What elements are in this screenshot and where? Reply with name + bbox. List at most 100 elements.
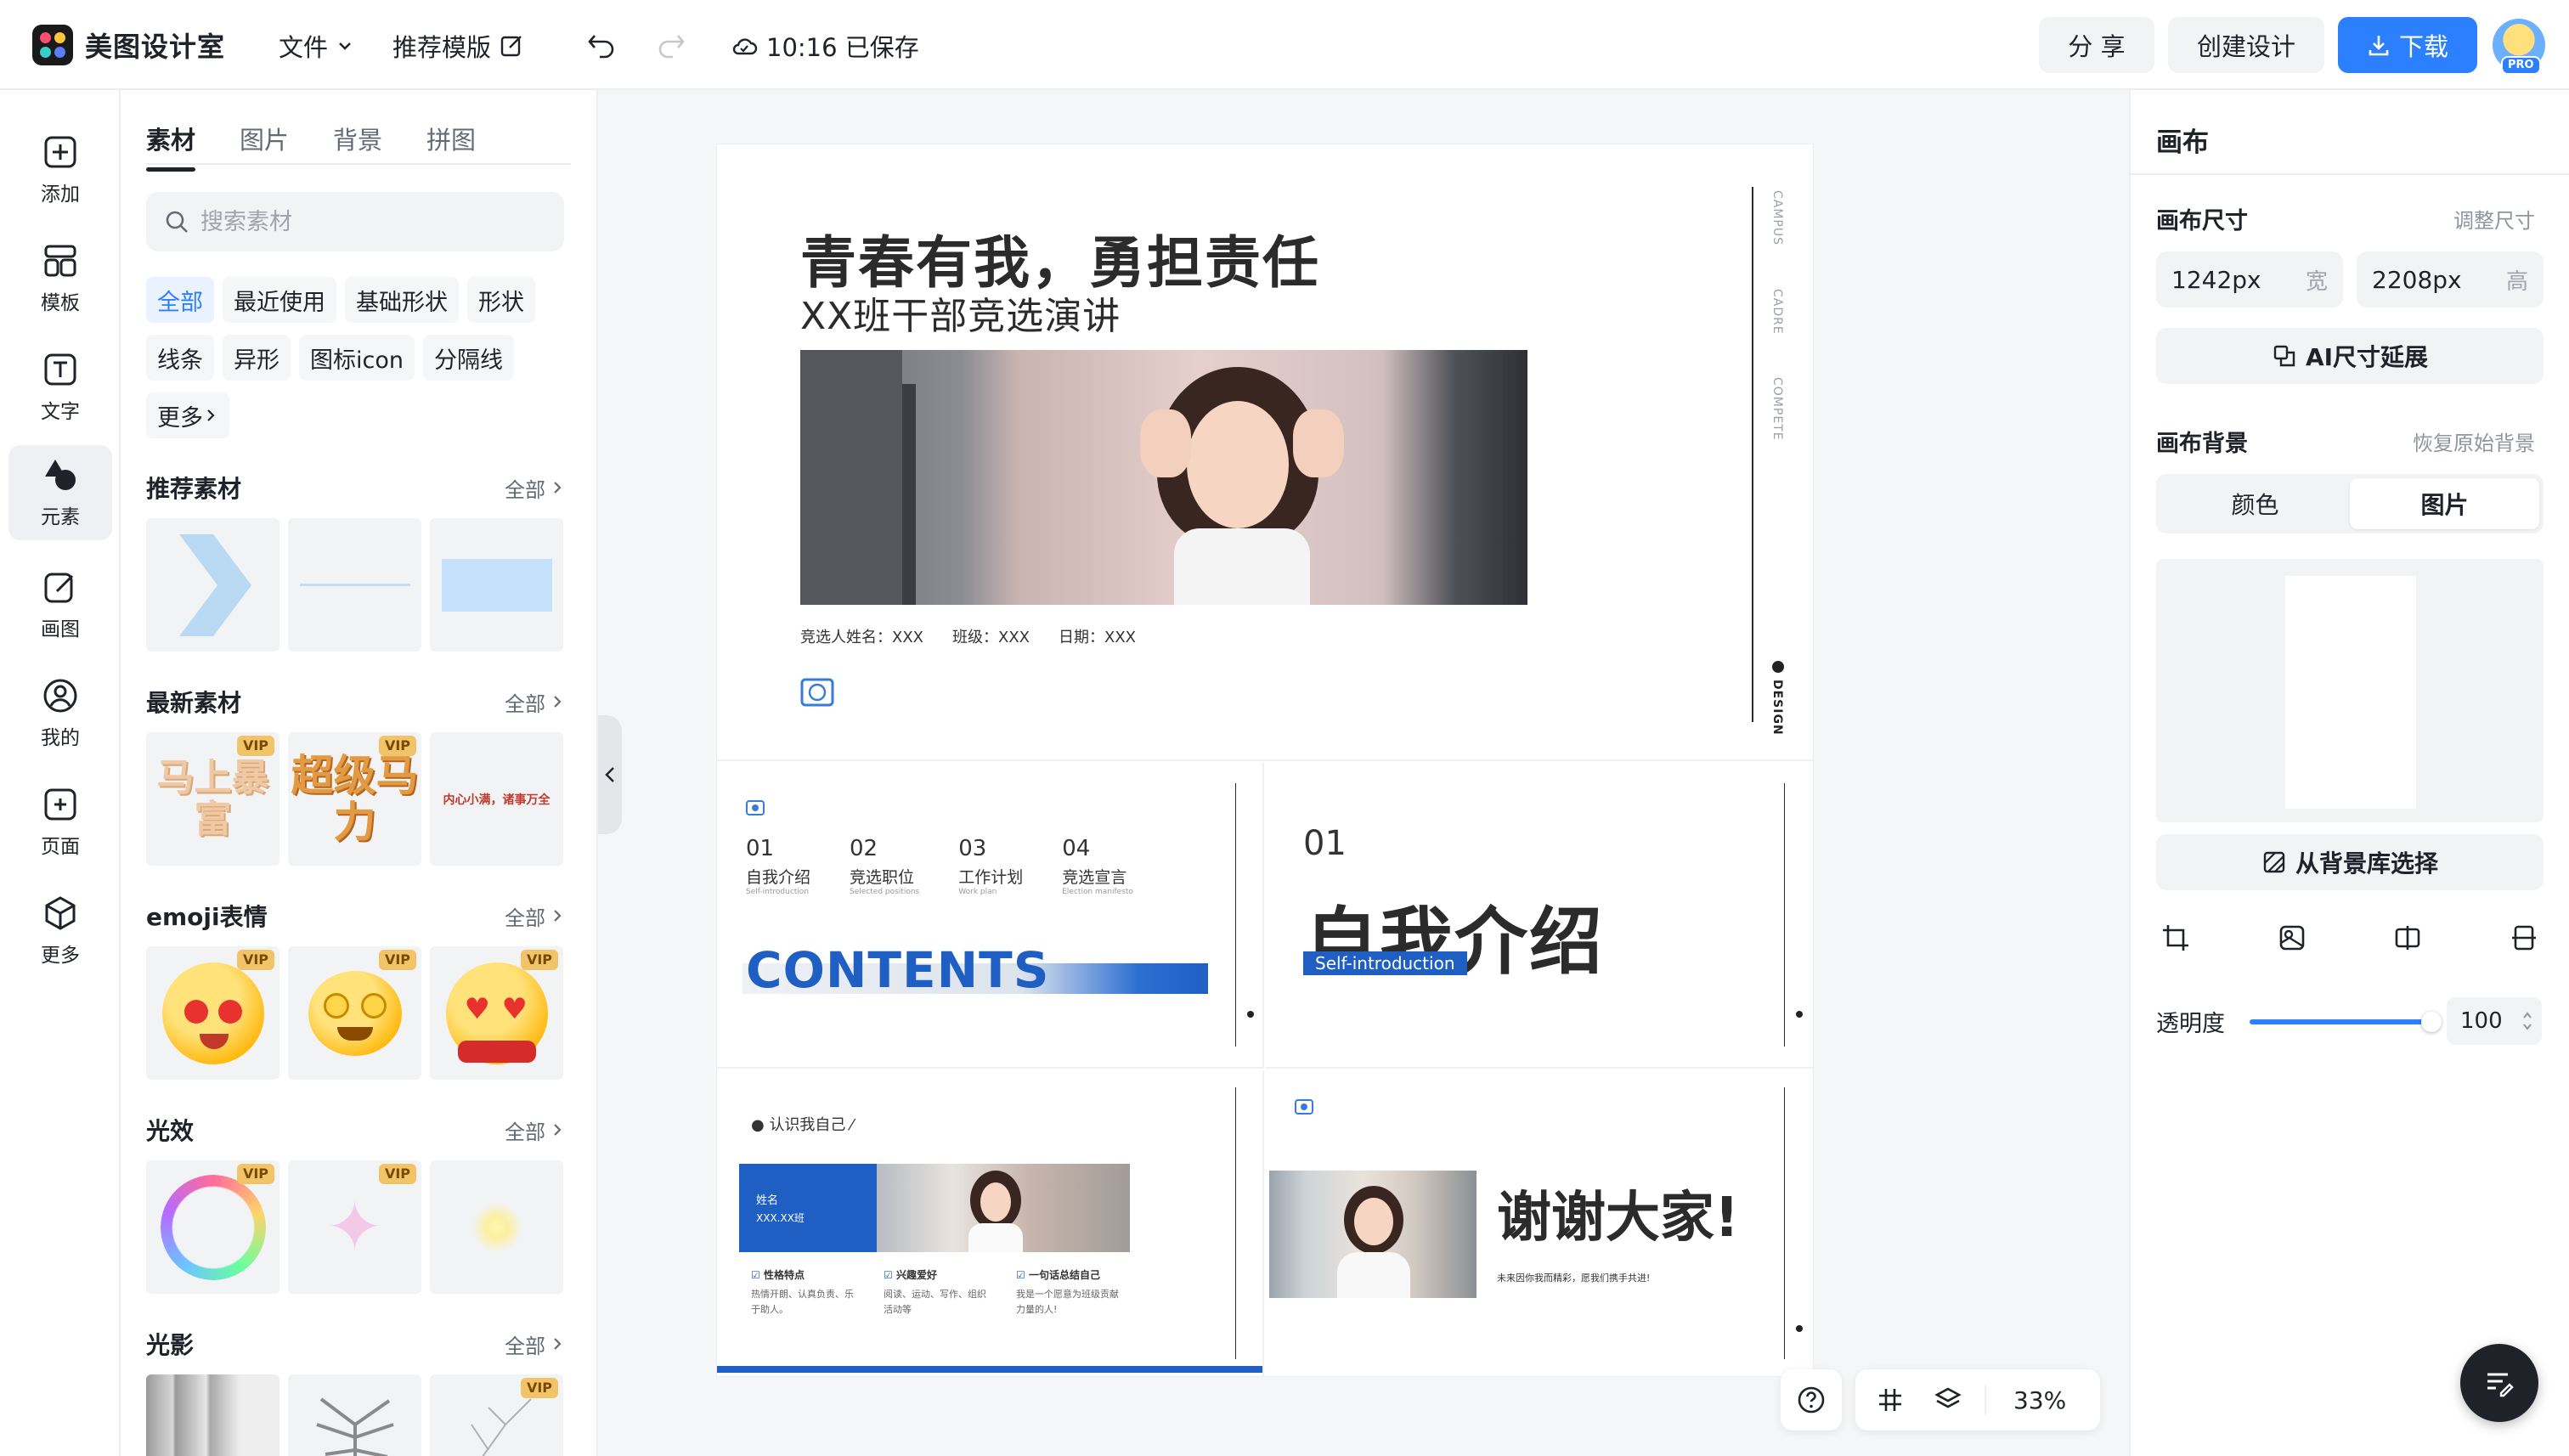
tab-image[interactable]: 图片 — [240, 121, 289, 156]
emoji-money-eyes[interactable]: VIP — [146, 946, 279, 1080]
download-button[interactable]: 下载 — [2338, 17, 2477, 73]
slide-contents[interactable]: 01 自我介绍 Self-introduction 02 竞选职位 Selected p… — [717, 763, 1264, 1069]
material-thumb-rich[interactable]: VIP 马上暴富 — [146, 732, 279, 866]
material-thumb-chevron[interactable] — [146, 518, 279, 652]
grid-icon[interactable] — [1876, 1385, 1905, 1414]
intro-num[interactable]: 01 — [1303, 824, 1347, 863]
filter-icon[interactable] — [2277, 923, 2307, 953]
flip-vertical-icon[interactable] — [2509, 923, 2539, 953]
meta-name[interactable]: 竞选人姓名：XXX — [800, 625, 923, 647]
light-ring[interactable]: VIP — [146, 1160, 279, 1294]
meta-date[interactable]: 日期：XXX — [1059, 625, 1136, 647]
help-button[interactable] — [1781, 1369, 1842, 1431]
section-all-link[interactable]: 全部 — [505, 901, 564, 931]
material-thumb-line[interactable] — [288, 518, 421, 652]
material-thumb-super[interactable]: VIP 超级马力 — [288, 732, 421, 866]
contents-item[interactable]: 01 自我介绍 Self-introduction — [746, 836, 810, 896]
know-photo[interactable] — [877, 1164, 1130, 1252]
undo-icon[interactable] — [584, 27, 618, 61]
chip-icons[interactable]: 图标icon — [299, 335, 415, 381]
rail-item-text[interactable]: 文字 — [8, 340, 112, 435]
chip-irregular[interactable]: 异形 — [223, 335, 291, 381]
contents-item[interactable]: 03 工作计划 Work plan — [958, 836, 1023, 896]
know-heading[interactable]: ● 认识我自己 ⁄ — [751, 1113, 853, 1135]
light-glow[interactable] — [430, 1160, 563, 1294]
quick-actions-button[interactable] — [2460, 1344, 2538, 1422]
chip-basic-shapes[interactable]: 基础形状 — [345, 277, 459, 323]
rail-item-more[interactable]: 更多 — [8, 883, 112, 979]
cover-photo[interactable] — [800, 350, 1527, 605]
emoji-heart-eyes[interactable]: VIP ♥ ♥ — [430, 946, 563, 1080]
chip-recent[interactable]: 最近使用 — [223, 277, 336, 323]
width-field[interactable]: 1242px 宽 — [2156, 251, 2343, 308]
cover-subtitle[interactable]: XX班干部竞选演讲 — [800, 285, 1121, 340]
chip-dividers[interactable]: 分隔线 — [422, 335, 514, 381]
section-all-link[interactable]: 全部 — [505, 1115, 564, 1145]
opacity-slider-handle[interactable] — [2421, 1012, 2442, 1032]
meta-class[interactable]: 班级：XXX — [952, 625, 1030, 647]
opacity-slider-track[interactable] — [2250, 1019, 2430, 1024]
light-sparkle[interactable]: VIP ✦ — [288, 1160, 421, 1294]
shadow-branch[interactable]: VIP — [430, 1374, 563, 1456]
recommend-template-button[interactable]: 推荐模版 — [392, 28, 525, 64]
thanks-title[interactable]: 谢谢大家! — [1497, 1174, 1739, 1252]
section-all-link[interactable]: 全部 — [505, 1329, 564, 1359]
rail-item-page[interactable]: 页面 — [8, 775, 112, 870]
slide-know[interactable]: ● 认识我自己 ⁄ 姓名 XXX.XX班 ☑ 性格特点 热情开朗、认真负责、乐于助… — [717, 1070, 1264, 1376]
design-canvas[interactable]: 青春有我，勇担责任 XX班干部竞选演讲 竞选人姓名：XXX 班级：XXX 日期：… — [717, 144, 1813, 1376]
shadow-window[interactable] — [146, 1374, 279, 1456]
file-menu[interactable]: 文件 — [279, 28, 353, 64]
rail-item-mine[interactable]: 我的 — [8, 666, 112, 761]
rail-item-add[interactable]: 添加 — [8, 122, 112, 217]
opacity-input[interactable]: 100 — [2447, 997, 2542, 1045]
know-col[interactable]: ☑ 性格特点 热情开朗、认真负责、乐于助人。 — [751, 1267, 860, 1317]
bg-type-color[interactable]: 颜色 — [2160, 478, 2350, 529]
material-thumb-rect[interactable] — [430, 518, 563, 652]
slide-intro[interactable]: 01 自我介绍 Self-introduction — [1266, 763, 1813, 1069]
rail-item-template[interactable]: 模板 — [8, 231, 112, 326]
stepper-icon[interactable] — [2521, 1009, 2533, 1033]
know-col[interactable]: ☑ 兴趣爱好 阅读、运动、写作、组织活动等 — [884, 1267, 992, 1317]
bg-library-button[interactable]: 从背景库选择 — [2156, 834, 2544, 890]
chip-shapes[interactable]: 形状 — [467, 277, 535, 323]
slide-thanks[interactable]: 谢谢大家! 未来因你我而精彩，愿我们携手共进! — [1266, 1070, 1813, 1376]
know-name-card[interactable]: 姓名 XXX.XX班 — [739, 1164, 877, 1252]
intro-tag[interactable]: Self-introduction — [1303, 951, 1467, 975]
resize-link[interactable]: 调整尺寸 — [2453, 204, 2535, 234]
zoom-level[interactable]: 33% — [2013, 1386, 2066, 1414]
crop-icon[interactable] — [2160, 923, 2191, 953]
search-box[interactable] — [146, 192, 564, 251]
rail-item-elements[interactable]: 元素 — [8, 445, 112, 540]
height-field[interactable]: 2208px 高 — [2357, 251, 2544, 308]
emoji-gold-eyes[interactable]: VIP — [288, 946, 421, 1080]
create-design-button[interactable]: 创建设计 — [2168, 17, 2324, 73]
tab-collage[interactable]: 拼图 — [426, 121, 476, 156]
tab-material[interactable]: 素材 — [146, 121, 196, 172]
contents-item[interactable]: 02 竞选职位 Selected positions — [850, 836, 919, 896]
know-col[interactable]: ☑ 一句话总结自己 我是一个愿意为班级贡献力量的人! — [1016, 1267, 1125, 1317]
restore-bg-link[interactable]: 恢复原始背景 — [2413, 426, 2535, 456]
share-button[interactable]: 分 享 — [2039, 17, 2154, 73]
chip-lines[interactable]: 线条 — [146, 335, 214, 381]
bg-type-image[interactable]: 图片 — [2350, 478, 2539, 529]
thanks-text[interactable]: 未来因你我而精彩，愿我们携手共进! — [1497, 1271, 1650, 1284]
section-all-link[interactable]: 全部 — [505, 473, 564, 503]
flip-horizontal-icon[interactable] — [2392, 923, 2423, 953]
school-badge-icon[interactable] — [800, 678, 834, 707]
panel-collapse-button[interactable] — [598, 715, 622, 834]
app-logo-icon[interactable] — [32, 25, 73, 65]
material-thumb-slogan[interactable]: 内心小满，诸事万全 — [430, 732, 563, 866]
bg-preview[interactable] — [2156, 559, 2544, 822]
thanks-photo[interactable] — [1269, 1171, 1476, 1298]
rail-item-draw[interactable]: 画图 — [8, 557, 112, 652]
section-all-link[interactable]: 全部 — [505, 687, 564, 717]
chip-more[interactable]: 更多 — [146, 392, 229, 438]
shadow-palm[interactable] — [288, 1374, 421, 1456]
contents-title[interactable]: CONTENTS — [746, 941, 1049, 999]
slide-cover[interactable]: 青春有我，勇担责任 XX班干部竞选演讲 竞选人姓名：XXX 班级：XXX 日期：… — [717, 144, 1813, 761]
contents-item[interactable]: 04 竞选宣言 Election manifesto — [1062, 836, 1133, 896]
layers-icon[interactable] — [1934, 1385, 1962, 1414]
search-input[interactable] — [200, 208, 540, 235]
ai-extend-button[interactable]: AI尺寸延展 — [2156, 328, 2544, 384]
redo-icon[interactable] — [654, 27, 688, 61]
